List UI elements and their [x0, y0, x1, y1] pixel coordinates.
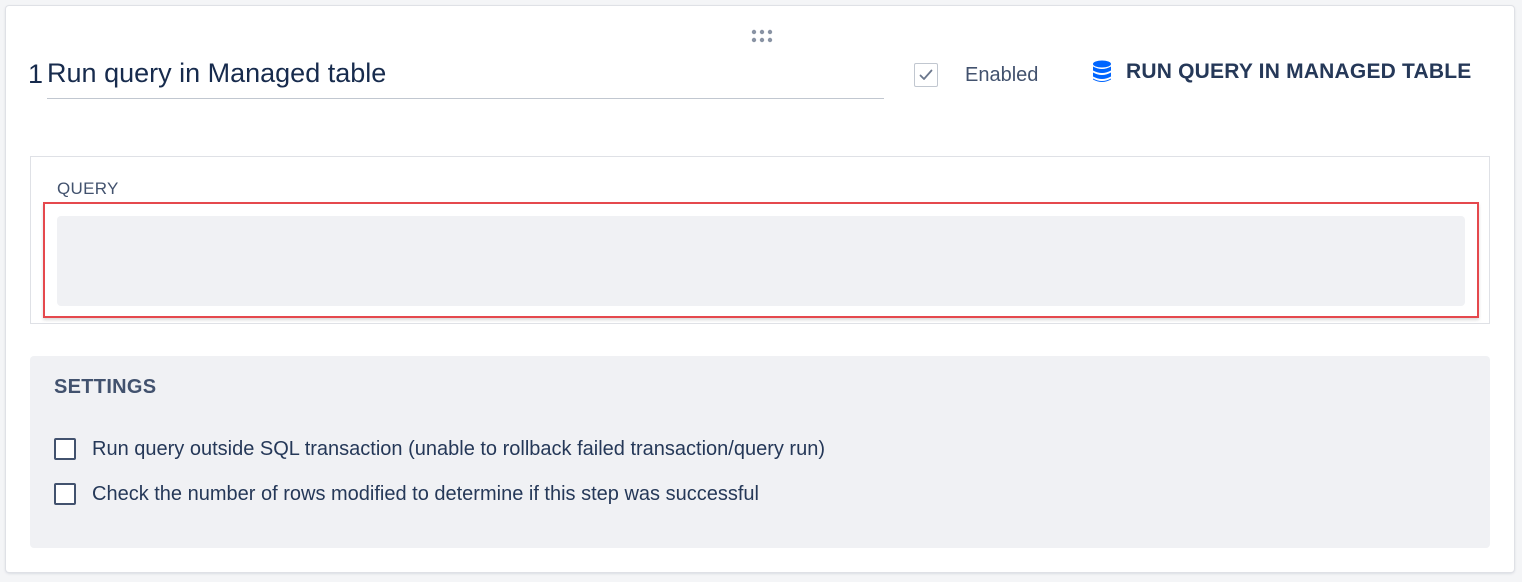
step-number: 1 — [28, 59, 44, 89]
step-card: 1 Enabled RUN QUERY IN MANAGED TABLE QUE… — [6, 6, 1514, 572]
query-editor[interactable] — [57, 216, 1465, 306]
database-icon — [1093, 60, 1111, 82]
enabled-checkbox[interactable] — [914, 63, 938, 87]
step-type: RUN QUERY IN MANAGED TABLE — [1092, 60, 1472, 84]
checkmark-icon — [919, 69, 933, 80]
query-panel: QUERY — [30, 156, 1490, 324]
enabled-label: Enabled — [965, 64, 1039, 86]
outside-transaction-label: Run query outside SQL transaction (unabl… — [92, 438, 825, 460]
drag-handle-icon[interactable] — [750, 29, 774, 43]
query-highlight — [43, 202, 1479, 318]
step-title-row: 1 — [28, 54, 884, 100]
query-label: QUERY — [57, 179, 119, 198]
setting-outside-transaction[interactable]: Run query outside SQL transaction (unabl… — [54, 436, 825, 462]
settings-title: SETTINGS — [54, 376, 157, 398]
step-type-label: RUN QUERY IN MANAGED TABLE — [1126, 60, 1472, 83]
settings-panel: SETTINGS Run query outside SQL transacti… — [30, 356, 1490, 548]
setting-check-rows[interactable]: Check the number of rows modified to det… — [54, 481, 759, 507]
check-rows-label: Check the number of rows modified to det… — [92, 483, 759, 505]
outside-transaction-checkbox[interactable] — [54, 438, 76, 460]
step-title-input[interactable] — [47, 54, 884, 99]
check-rows-checkbox[interactable] — [54, 483, 76, 505]
